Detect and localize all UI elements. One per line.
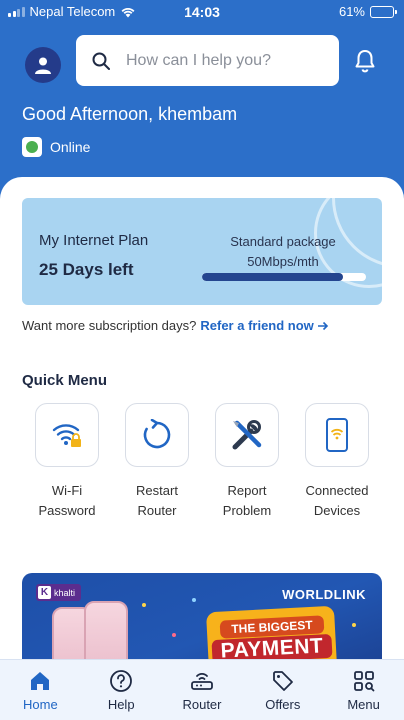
plan-package: Standard package 50Mbps/mth <box>202 232 364 272</box>
wifi-lock-icon <box>52 424 81 447</box>
search-input[interactable] <box>126 51 316 70</box>
package-name: Standard package <box>230 234 336 249</box>
search-bar[interactable] <box>76 35 339 86</box>
restart-icon <box>143 419 171 449</box>
referral-row: Want more subscription days? Refer a fri… <box>22 318 329 333</box>
home-icon <box>31 672 50 690</box>
decor-spark <box>192 598 196 602</box>
tools-icon <box>232 420 262 450</box>
phone-wifi-icon <box>326 418 348 452</box>
package-speed: 50Mbps/mth <box>247 254 319 269</box>
main-content: My Internet Plan 25 Days left Standard p… <box>0 177 404 677</box>
offer-tag-icon <box>272 671 293 691</box>
quick-menu-label: Restart Router <box>136 483 178 518</box>
quick-menu-connected-devices[interactable]: Connected Devices <box>292 403 382 521</box>
decor-spark <box>142 603 146 607</box>
notification-bell-icon[interactable] <box>353 48 377 74</box>
quick-menu-report-problem[interactable]: Report Problem <box>202 403 292 521</box>
nav-router[interactable]: Router <box>162 660 243 720</box>
status-bar: Nepal Telecom 14:03 61% <box>0 0 404 24</box>
refer-friend-link[interactable]: Refer a friend now <box>200 318 313 333</box>
battery-icon <box>370 5 397 18</box>
nav-label: Router <box>182 697 222 712</box>
quick-menu-title: Quick Menu <box>22 372 108 389</box>
profile-avatar[interactable] <box>25 47 61 83</box>
plan-progress-bar <box>202 273 366 281</box>
quick-menu-wifi-password[interactable]: Wi-Fi Password <box>22 403 112 521</box>
plan-progress-fill <box>202 273 344 281</box>
bottom-nav: Home Help Router Offers Menu <box>0 659 404 720</box>
nav-label: Offers <box>265 697 301 712</box>
quick-menu-restart-router[interactable]: Restart Router <box>112 403 202 521</box>
khalti-logo: Kkhalti <box>36 584 82 601</box>
grid-menu-icon <box>353 671 374 692</box>
help-icon <box>110 670 133 692</box>
quick-menu-label: Connected Devices <box>305 483 369 518</box>
decor-spark <box>172 633 176 637</box>
battery-percent: 61% <box>338 4 365 19</box>
connection-status-label: Online <box>50 139 91 155</box>
user-icon <box>35 57 51 74</box>
report-problem-button[interactable] <box>215 403 279 467</box>
quick-menu-label: Report Problem <box>222 483 272 518</box>
referral-text: Want more subscription days? <box>22 318 197 333</box>
nav-label: Help <box>107 697 135 712</box>
quick-menu-label: Wi-Fi Password <box>38 483 96 518</box>
nav-menu[interactable]: Menu <box>323 660 404 720</box>
connection-status: Online <box>22 137 90 157</box>
nav-label: Home <box>23 697 58 712</box>
nav-home[interactable]: Home <box>0 660 81 720</box>
greeting-text: Good Afternoon, khembam <box>22 104 238 124</box>
router-icon <box>191 673 213 690</box>
search-icon <box>92 52 110 70</box>
online-indicator-icon <box>22 137 42 157</box>
internet-plan-card[interactable]: My Internet Plan 25 Days left Standard p… <box>22 198 382 305</box>
connected-devices-button[interactable] <box>305 403 369 467</box>
plan-days-left: 25 Days left <box>39 260 134 279</box>
arrow-right-icon[interactable] <box>317 321 329 331</box>
plan-title: My Internet Plan <box>39 232 149 249</box>
nav-label: Menu <box>347 697 380 712</box>
decor-spark <box>352 623 356 627</box>
nav-offers[interactable]: Offers <box>242 660 323 720</box>
worldlink-logo: WORLDLINK <box>282 587 366 602</box>
restart-router-button[interactable] <box>125 403 189 467</box>
nav-help[interactable]: Help <box>81 660 162 720</box>
wifi-password-button[interactable] <box>35 403 99 467</box>
